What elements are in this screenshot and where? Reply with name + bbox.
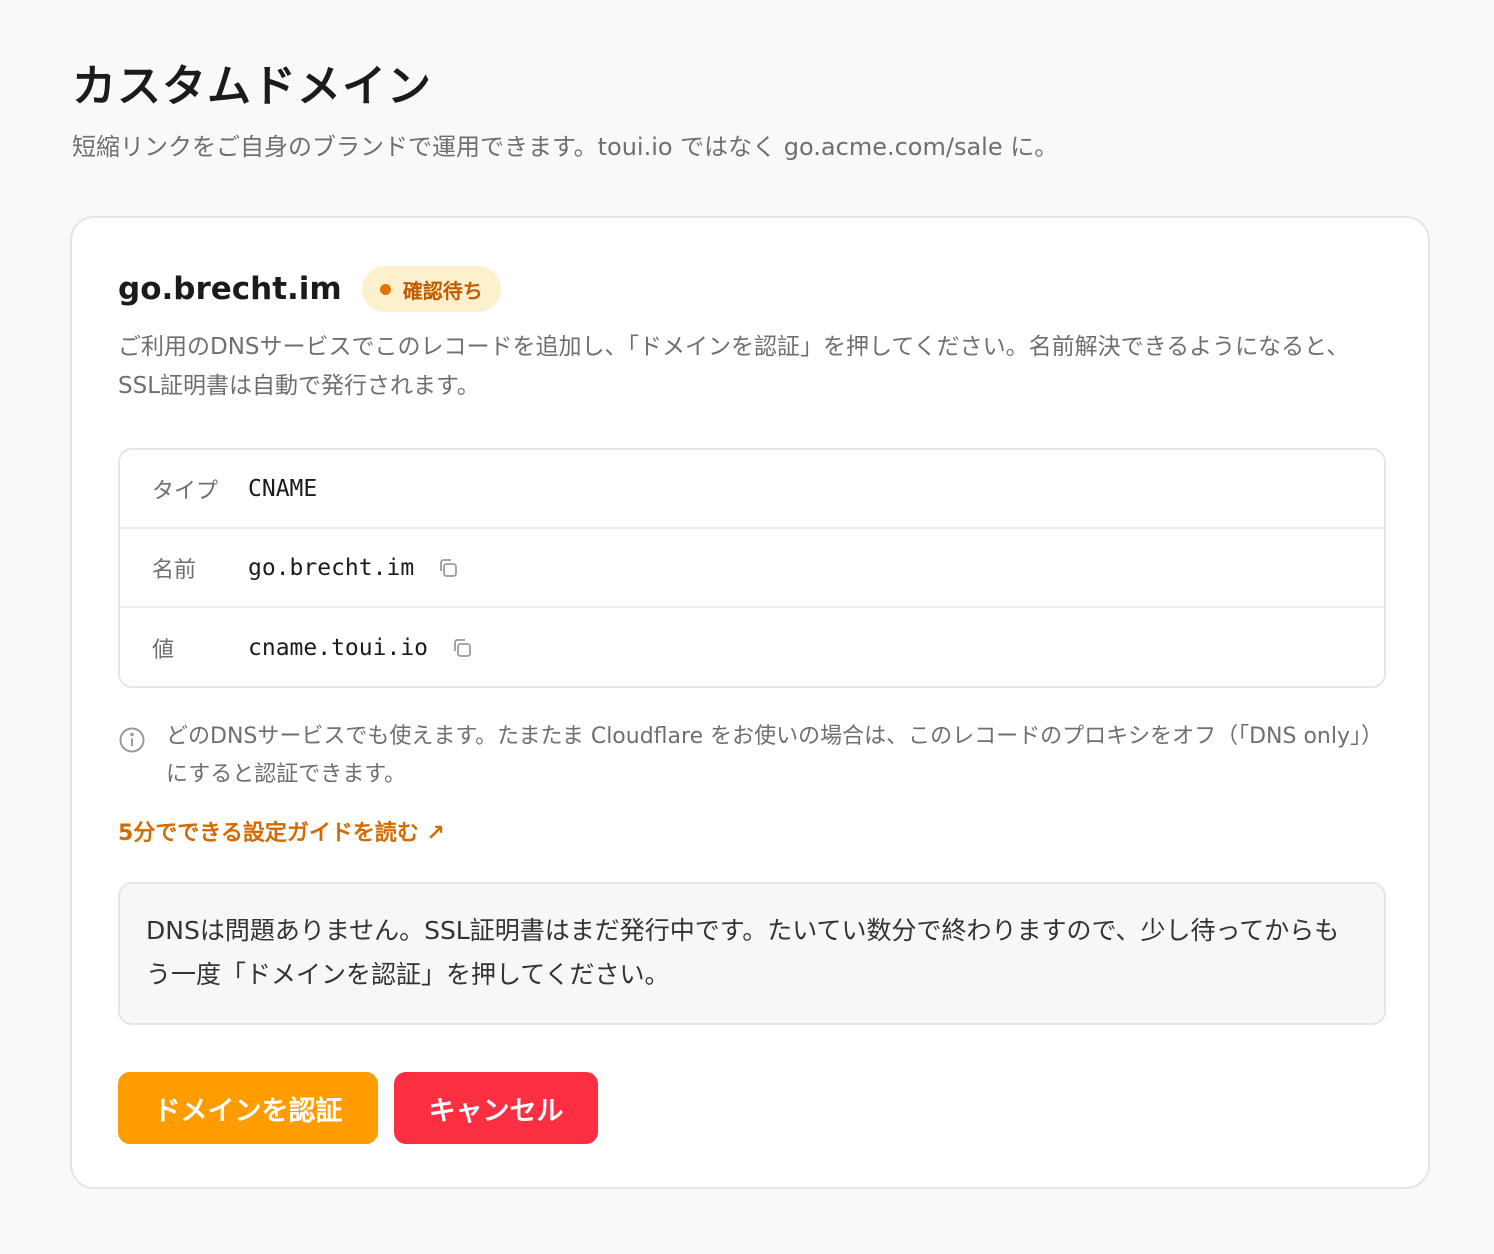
record-row-name: 名前 go.brecht.im bbox=[120, 529, 1384, 608]
setup-guide-link[interactable]: 5分でできる設定ガイドを読む ↗ bbox=[118, 815, 445, 847]
domain-name: go.brecht.im bbox=[118, 271, 342, 307]
record-label: タイプ bbox=[152, 478, 219, 504]
record-row-type: タイプ CNAME bbox=[120, 450, 1384, 529]
record-value: cname.toui.io bbox=[248, 634, 429, 661]
record-value: CNAME bbox=[248, 475, 318, 502]
domain-header: go.brecht.im 確認待ち bbox=[118, 266, 501, 312]
info-icon bbox=[118, 726, 146, 754]
copy-icon[interactable] bbox=[450, 636, 474, 660]
info-note: どのDNSサービスでも使えます。たまたま Cloudflare をお使いの場合は… bbox=[118, 718, 1378, 794]
status-dot-icon bbox=[379, 283, 391, 295]
record-row-value: 値 cname.toui.io bbox=[120, 608, 1384, 686]
record-label: 名前 bbox=[152, 557, 197, 583]
domain-card: go.brecht.im 確認待ち ご利用のDNSサービスでこのレコードを追加し… bbox=[70, 216, 1430, 1189]
page-subtitle: 短縮リンクをご自身のブランドで運用できます。toui.io ではなく go.ac… bbox=[72, 133, 1059, 161]
verify-domain-button[interactable]: ドメインを認証 bbox=[118, 1072, 378, 1144]
status-badge-label: 確認待ち bbox=[402, 278, 483, 303]
cancel-button[interactable]: キャンセル bbox=[394, 1072, 598, 1144]
custom-domain-page: カスタムドメイン 短縮リンクをご自身のブランドで運用できます。toui.io で… bbox=[0, 0, 1494, 1254]
action-buttons: ドメインを認証 キャンセル bbox=[118, 1072, 598, 1144]
info-note-text: どのDNSサービスでも使えます。たまたま Cloudflare をお使いの場合は… bbox=[166, 724, 1372, 787]
copy-icon[interactable] bbox=[436, 556, 460, 580]
verification-status-message: DNSは問題ありません。SSL証明書はまだ発行中です。たいてい数分で終わりますの… bbox=[118, 882, 1386, 1025]
page-title: カスタムドメイン bbox=[72, 61, 432, 112]
record-label: 値 bbox=[152, 637, 175, 663]
status-badge: 確認待ち bbox=[361, 266, 501, 312]
record-value: go.brecht.im bbox=[248, 554, 415, 581]
domain-description: ご利用のDNSサービスでこのレコードを追加し、「ドメインを認証」を押してください… bbox=[118, 334, 1350, 399]
dns-record-table: タイプ CNAME 名前 go.brecht.im 値 cname.toui.i… bbox=[118, 448, 1386, 688]
